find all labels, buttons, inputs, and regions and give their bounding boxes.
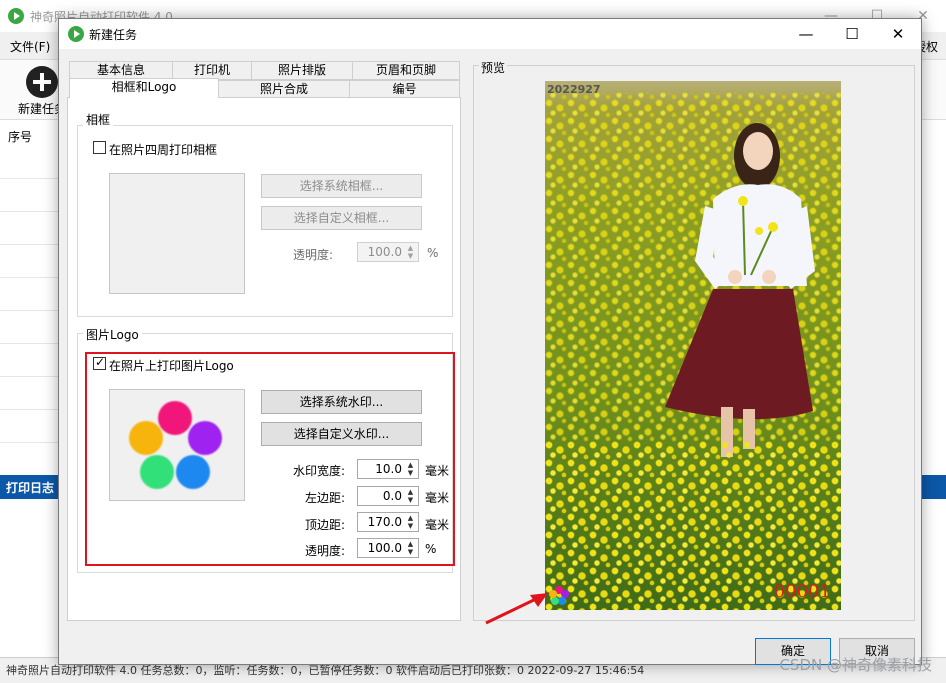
table-row xyxy=(0,244,60,245)
frame-opacity-unit: % xyxy=(427,246,439,260)
table-row xyxy=(0,343,60,344)
table-row xyxy=(0,211,60,212)
tab-photo-layout[interactable]: 照片排版 xyxy=(251,61,353,80)
left-margin-stepper[interactable]: 0.0 ▲ ▼ xyxy=(357,486,419,506)
select-custom-watermark-button[interactable]: 选择自定义水印... xyxy=(261,422,422,446)
logo-opacity-unit: % xyxy=(425,542,437,556)
number-stamp: 00001 xyxy=(773,581,831,602)
logo-checkbox-label[interactable]: 在照片上打印图片Logo xyxy=(109,357,234,374)
app-icon xyxy=(8,8,24,24)
table-row xyxy=(0,376,60,377)
watermark-width-stepper[interactable]: 10.0 ▲ ▼ xyxy=(357,459,419,479)
frame-preview xyxy=(109,173,245,294)
top-margin-unit: 毫米 xyxy=(425,518,450,532)
logo-group-title: 图片Logo xyxy=(83,326,142,343)
frame-checkbox[interactable] xyxy=(93,141,106,154)
logo-opacity-label: 透明度: xyxy=(305,544,346,558)
table-row xyxy=(0,277,60,278)
select-system-watermark-button[interactable]: 选择系统水印... xyxy=(261,390,422,414)
annotation-arrow xyxy=(485,593,548,625)
select-system-frame-button[interactable]: 选择系统相框... xyxy=(261,174,422,198)
table-row xyxy=(0,178,60,179)
dialog-title: 新建任务 xyxy=(89,28,138,42)
logo-image xyxy=(129,401,222,489)
left-margin-unit: 毫米 xyxy=(425,491,450,505)
table-row xyxy=(0,310,60,311)
logo-opacity-stepper[interactable]: 100.0 ▲ ▼ xyxy=(357,538,419,558)
table-row xyxy=(0,442,60,443)
date-stamp: 2022927 xyxy=(547,83,601,96)
table-header-index: 序号 xyxy=(8,130,33,144)
frame-opacity-label: 透明度: xyxy=(293,248,334,262)
top-margin-label: 顶边距: xyxy=(305,518,346,532)
top-margin-stepper[interactable]: 170.0 ▲ ▼ xyxy=(357,512,419,532)
csdn-watermark: CSDN @神奇像素科技 xyxy=(779,656,932,674)
app-icon xyxy=(68,26,84,42)
dialog-titlebar: 新建任务 — ☐ ✕ xyxy=(59,19,921,49)
add-task-icon[interactable] xyxy=(26,66,58,98)
watermark-width-label: 水印宽度: xyxy=(293,464,346,478)
left-margin-label: 左边距: xyxy=(305,491,346,505)
tab-frame-logo[interactable]: 相框和Logo xyxy=(69,78,219,98)
minimize-icon[interactable]: — xyxy=(783,19,829,49)
table-row xyxy=(0,409,60,410)
new-task-dialog: 新建任务 — ☐ ✕ 基本信息 打印机 照片排版 页眉和页脚 照片合成 编号 相… xyxy=(58,18,922,665)
tab-header-footer[interactable]: 页眉和页脚 xyxy=(352,61,460,80)
close-icon[interactable]: ✕ xyxy=(875,19,921,49)
photo-image xyxy=(545,81,841,610)
menu-file[interactable]: 文件(F) xyxy=(10,38,50,55)
frame-group-title: 相框 xyxy=(83,111,114,128)
frame-opacity-stepper[interactable]: 100.0 ▲ ▼ xyxy=(357,242,419,262)
preview-title: 预览 xyxy=(479,59,508,76)
frame-checkbox-label[interactable]: 在照片四周打印相框 xyxy=(109,141,217,158)
watermark-width-unit: 毫米 xyxy=(425,464,450,478)
maximize-icon[interactable]: ☐ xyxy=(829,19,875,49)
logo-preview xyxy=(109,389,245,501)
logo-checkbox[interactable] xyxy=(93,355,106,370)
preview-photo: 2022927 00001 xyxy=(545,81,841,610)
select-custom-frame-button[interactable]: 选择自定义相框... xyxy=(261,206,422,230)
